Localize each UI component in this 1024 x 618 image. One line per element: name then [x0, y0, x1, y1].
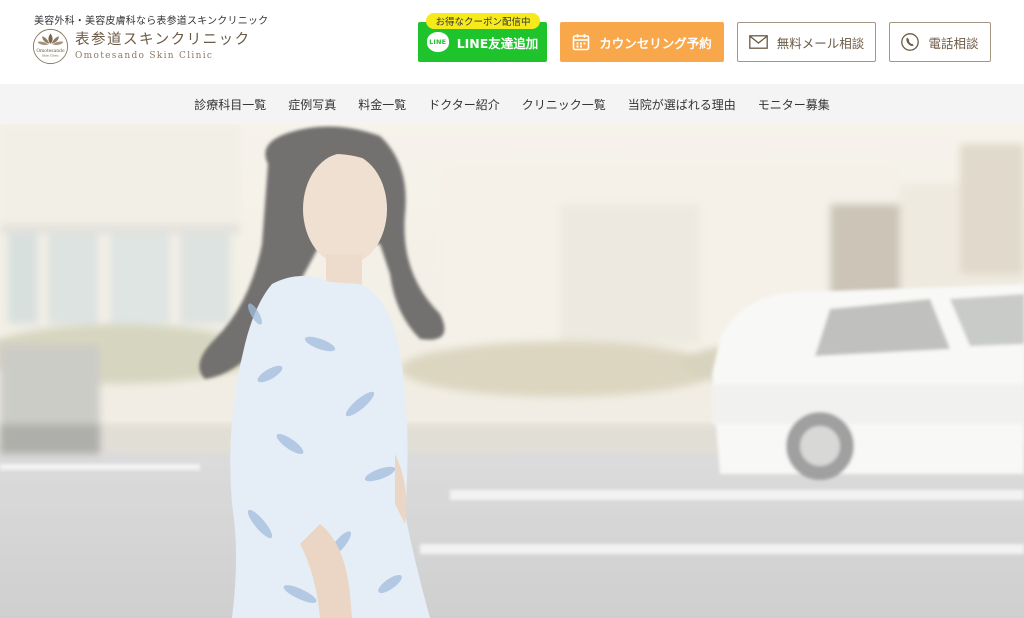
- logo-emblem-icon: Omotesando Skin Clinic: [32, 28, 69, 64]
- header-tagline: 美容外科・美容皮膚科なら表参道スキンクリニック: [34, 16, 269, 27]
- counseling-button-label: カウンセリング予約: [599, 35, 712, 51]
- logo-jp-text: 表参道スキンクリニック: [75, 31, 251, 48]
- nav-item-case-photos[interactable]: 症例写真: [288, 96, 336, 113]
- logo-mark-text-bottom: Skin Clinic: [42, 53, 59, 57]
- nav-item-monitor[interactable]: モニター募集: [758, 96, 830, 113]
- hero-image: [0, 124, 1024, 618]
- coupon-badge: お得なクーポン配信中: [426, 13, 540, 29]
- tel-button-label: 電話相談: [928, 35, 979, 51]
- hero-video-banner: [0, 124, 1024, 618]
- free-mail-consultation-button[interactable]: 無料メール相談: [737, 22, 876, 62]
- clinic-logo[interactable]: Omotesando Skin Clinic 表参道スキンクリニック Omote…: [32, 27, 252, 65]
- site-header: 美容外科・美容皮膚科なら表参道スキンクリニック Omotesando Skin …: [0, 0, 1024, 84]
- mail-button-label: 無料メール相談: [776, 35, 865, 51]
- counseling-reservation-button[interactable]: カウンセリング予約: [560, 22, 724, 62]
- phone-consultation-button[interactable]: 電話相談: [889, 22, 991, 62]
- nav-item-doctors[interactable]: ドクター紹介: [428, 96, 500, 113]
- nav-item-reasons[interactable]: 当院が選ばれる理由: [628, 96, 736, 113]
- line-chat-icon: LINE: [426, 32, 449, 52]
- logo-en-text: Omotesando Skin Clinic: [75, 50, 214, 61]
- nav-item-clinics[interactable]: クリニック一覧: [522, 96, 606, 113]
- global-nav: 診療科目一覧 症例写真 料金一覧 ドクター紹介 クリニック一覧 当院が選ばれる理…: [0, 84, 1024, 124]
- nav-item-prices[interactable]: 料金一覧: [358, 96, 406, 113]
- nav-item-treatments[interactable]: 診療科目一覧: [194, 96, 266, 113]
- line-button-label: LINE友達追加: [456, 35, 539, 51]
- phone-icon: [901, 33, 920, 51]
- calendar-icon: [572, 33, 590, 51]
- envelope-icon: [748, 35, 768, 49]
